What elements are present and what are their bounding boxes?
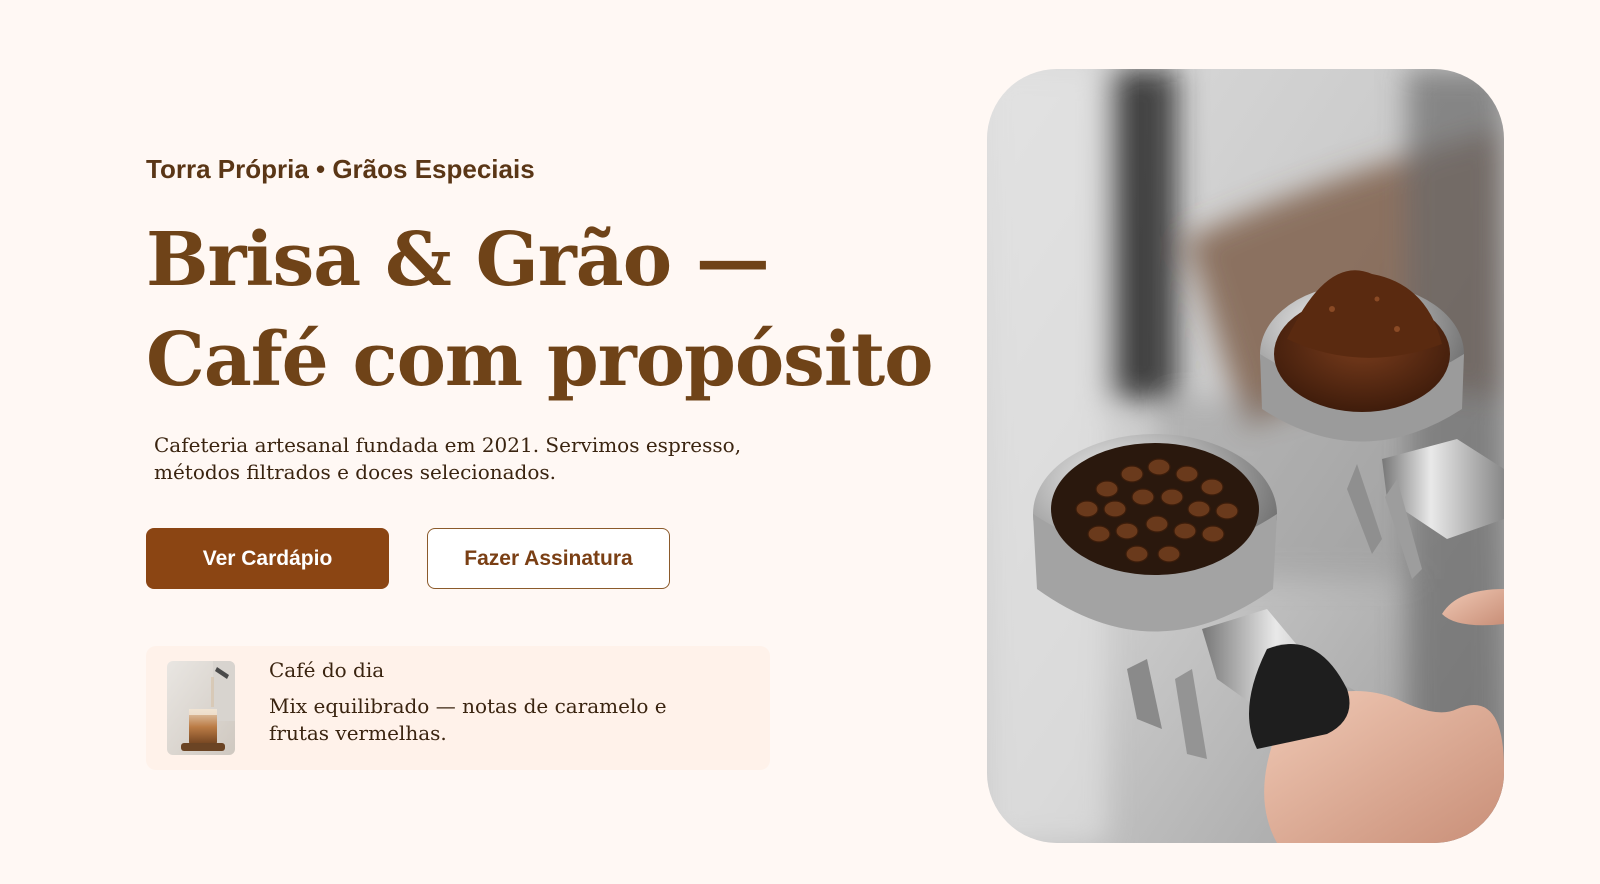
espresso-portafilter-photo <box>987 69 1504 843</box>
hero-title: Brisa & Grão — Café com propósito <box>146 217 934 403</box>
daily-coffee-thumbnail <box>167 661 235 755</box>
hero-content: Torra Própria • Grãos Especiais Brisa & … <box>146 0 946 884</box>
landing-page: Torra Própria • Grãos Especiais Brisa & … <box>0 0 1600 884</box>
hero-eyebrow: Torra Própria • Grãos Especiais <box>146 154 535 184</box>
daily-coffee-description: Mix equilibrado — notas de caramelo e fr… <box>269 694 667 745</box>
hero-description: Cafeteria artesanal fundada em 2021. Ser… <box>154 433 742 484</box>
daily-coffee-label: Café do dia <box>269 658 385 682</box>
subscribe-button[interactable]: Fazer Assinatura <box>427 528 670 589</box>
view-menu-button[interactable]: Ver Cardápio <box>146 528 389 589</box>
daily-coffee-card: Café do dia Mix equilibrado — notas de c… <box>146 646 770 770</box>
